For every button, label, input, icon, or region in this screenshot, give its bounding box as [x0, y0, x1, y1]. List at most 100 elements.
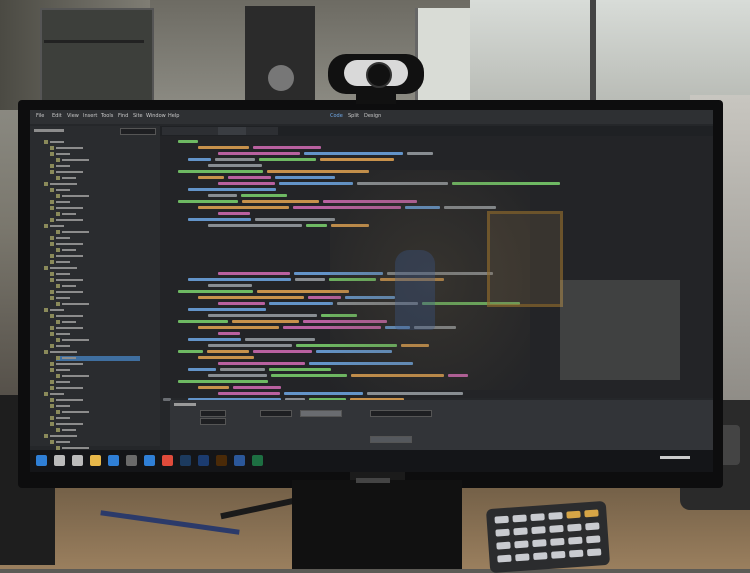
- file-tree-row[interactable]: [50, 398, 140, 403]
- file-tree-row[interactable]: [56, 410, 140, 415]
- document-tab[interactable]: [246, 127, 278, 135]
- file-tree-row[interactable]: [56, 176, 140, 181]
- editor-menubar: File Edit View Insert Tools Find Site Wi…: [30, 110, 713, 124]
- code-token: [198, 356, 254, 359]
- workspace-mode[interactable]: Split: [348, 113, 359, 119]
- link-field[interactable]: [370, 410, 432, 417]
- menu-item[interactable]: File: [36, 113, 44, 119]
- file-tree-row[interactable]: [50, 362, 140, 367]
- document-tabs: [160, 126, 713, 136]
- file-tree-label: [56, 273, 70, 275]
- code-token: [232, 320, 299, 323]
- code-token: [218, 212, 250, 215]
- menu-item[interactable]: Tools: [101, 113, 113, 119]
- file-tree-row[interactable]: [50, 332, 140, 337]
- file-tree-row[interactable]: [56, 374, 140, 379]
- class-select[interactable]: [260, 410, 292, 417]
- dreamweaver-icon[interactable]: [180, 455, 191, 466]
- file-tree-label: [56, 189, 70, 191]
- id-select[interactable]: [200, 418, 226, 425]
- file-tree-row[interactable]: [50, 152, 140, 157]
- format-select[interactable]: [200, 410, 226, 417]
- file-explorer-icon[interactable]: [90, 455, 101, 466]
- code-token: [188, 188, 276, 191]
- code-token: [241, 194, 287, 197]
- menu-item[interactable]: Help: [168, 113, 179, 119]
- file-tree-row[interactable]: [50, 254, 140, 259]
- file-tree-label: [62, 213, 76, 215]
- file-tree-row[interactable]: [50, 440, 140, 445]
- file-tree-row[interactable]: [50, 260, 140, 265]
- file-tree-row[interactable]: [50, 386, 140, 391]
- file-tree-row[interactable]: [56, 158, 140, 163]
- workspace-mode[interactable]: Code: [330, 113, 343, 119]
- file-tree-row[interactable]: [56, 284, 140, 289]
- file-tree-row[interactable]: [50, 242, 140, 247]
- file-tree-row[interactable]: [50, 170, 140, 175]
- file-tree-row[interactable]: [50, 278, 140, 283]
- page-properties-button[interactable]: [370, 436, 412, 443]
- style-buttons[interactable]: [300, 410, 342, 417]
- menu-item[interactable]: Find: [118, 113, 128, 119]
- file-tree-row[interactable]: [50, 206, 140, 211]
- word-icon[interactable]: [234, 455, 245, 466]
- code-token: [253, 350, 312, 353]
- folder-icon: [50, 278, 54, 282]
- file-tree-row[interactable]: [50, 422, 140, 427]
- file-tree-row[interactable]: [44, 182, 140, 187]
- file-tree-row[interactable]: [56, 338, 140, 343]
- file-tree-row[interactable]: [44, 140, 140, 145]
- system-clock[interactable]: [660, 456, 690, 459]
- excel-icon[interactable]: [252, 455, 263, 466]
- file-tree-row[interactable]: [50, 290, 140, 295]
- mail-icon[interactable]: [144, 455, 155, 466]
- store-icon[interactable]: [126, 455, 137, 466]
- chrome-icon[interactable]: [162, 455, 173, 466]
- file-tree-row[interactable]: [50, 416, 140, 421]
- file-tree-row[interactable]: [50, 404, 140, 409]
- file-tree-row[interactable]: [50, 164, 140, 169]
- file-tree-label: [56, 201, 70, 203]
- file-tree-row[interactable]: [56, 356, 140, 361]
- file-tree-row[interactable]: [50, 188, 140, 193]
- file-tree-row[interactable]: [50, 296, 140, 301]
- file-tree-row[interactable]: [50, 368, 140, 373]
- file-tree-row[interactable]: [56, 212, 140, 217]
- photoshop-icon[interactable]: [198, 455, 209, 466]
- file-tree-row[interactable]: [56, 248, 140, 253]
- file-tree-row[interactable]: [50, 344, 140, 349]
- file-tree-row[interactable]: [56, 302, 140, 307]
- file-tree-row[interactable]: [44, 224, 140, 229]
- menu-item[interactable]: View: [67, 113, 79, 119]
- file-tree-row[interactable]: [50, 314, 140, 319]
- file-tree-row[interactable]: [56, 230, 140, 235]
- file-tree-row[interactable]: [50, 236, 140, 241]
- taskview-icon[interactable]: [72, 455, 83, 466]
- site-dropdown[interactable]: [120, 128, 156, 135]
- folder-icon: [50, 200, 54, 204]
- file-tree-row[interactable]: [44, 266, 140, 271]
- workspace-mode[interactable]: Design: [364, 113, 381, 119]
- menu-item[interactable]: Insert: [83, 113, 97, 119]
- menu-item[interactable]: Edit: [52, 113, 62, 119]
- file-tree-row[interactable]: [56, 428, 140, 433]
- file-tree-row[interactable]: [44, 434, 140, 439]
- menu-item[interactable]: Site: [133, 113, 143, 119]
- file-tree-row[interactable]: [56, 194, 140, 199]
- file-tree-row[interactable]: [50, 380, 140, 385]
- menu-item[interactable]: Window: [146, 113, 166, 119]
- file-tree-row[interactable]: [50, 272, 140, 277]
- file-tree-row[interactable]: [44, 308, 140, 313]
- search-icon[interactable]: [54, 455, 65, 466]
- edge-icon[interactable]: [108, 455, 119, 466]
- illustrator-icon[interactable]: [216, 455, 227, 466]
- file-tree-row[interactable]: [56, 320, 140, 325]
- file-tree-row[interactable]: [50, 200, 140, 205]
- file-tree-row[interactable]: [50, 146, 140, 151]
- file-tree-row[interactable]: [44, 350, 140, 355]
- folder-icon: [56, 194, 60, 198]
- file-tree-row[interactable]: [44, 392, 140, 397]
- file-tree-row[interactable]: [50, 326, 140, 331]
- windows-icon[interactable]: [36, 455, 47, 466]
- file-tree-row[interactable]: [50, 218, 140, 223]
